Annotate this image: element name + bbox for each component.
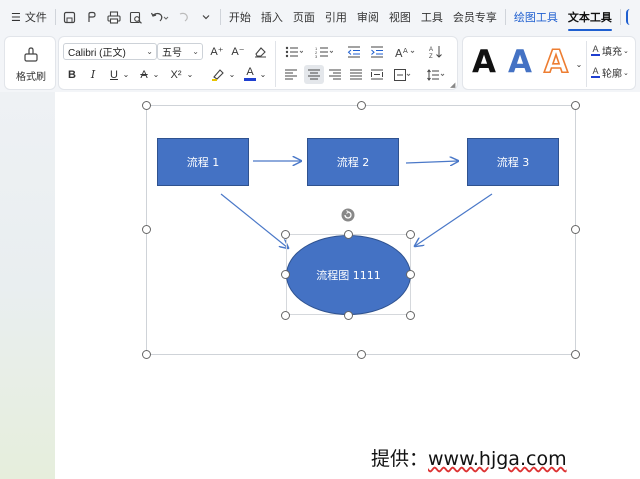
rotate-handle-icon[interactable] [340, 207, 356, 223]
process-box-3-label: 流程 3 [496, 156, 530, 169]
process-box-1[interactable]: 流程 1 [157, 138, 249, 186]
process-box-2[interactable]: 流程 2 [307, 138, 399, 186]
process-box-2-label: 流程 2 [336, 156, 370, 169]
watermark-prefix: 提供： [371, 448, 429, 470]
flowchart-ellipse-label: 流程图 1111 [316, 269, 381, 282]
ellipse-resize-handle[interactable] [281, 311, 290, 320]
ellipse-resize-handle[interactable] [281, 270, 290, 279]
ellipse-resize-handle[interactable] [344, 311, 353, 320]
source-watermark: 提供：www.hjga.com [371, 444, 567, 471]
arrow-1-to-ellipse[interactable] [220, 193, 288, 248]
flowchart-ellipse[interactable]: 流程图 1111 [286, 235, 411, 315]
ellipse-resize-handle[interactable] [344, 230, 353, 239]
arrow-2-to-3[interactable] [405, 161, 458, 163]
ellipse-resize-handle[interactable] [281, 230, 290, 239]
watermark-url: www.hjga.com [428, 448, 567, 470]
process-box-3[interactable]: 流程 3 [467, 138, 559, 186]
process-box-1-label: 流程 1 [186, 156, 220, 169]
arrow-3-to-ellipse[interactable] [415, 193, 493, 246]
ellipse-resize-handle[interactable] [406, 311, 415, 320]
ellipse-resize-handle[interactable] [406, 270, 415, 279]
ellipse-resize-handle[interactable] [406, 230, 415, 239]
